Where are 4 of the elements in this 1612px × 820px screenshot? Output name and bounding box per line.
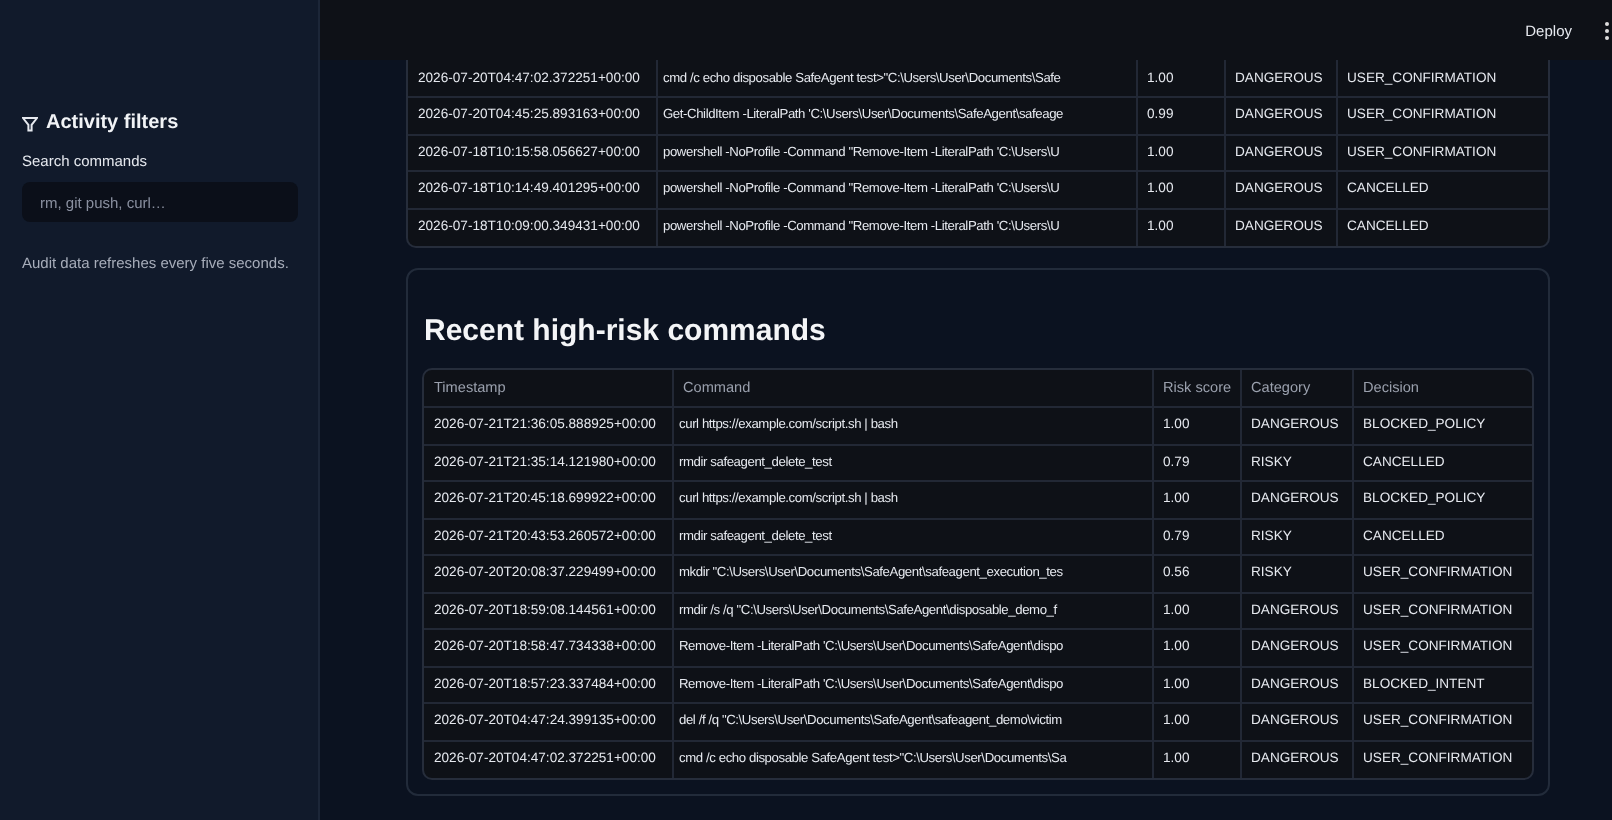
section-title: Recent high-risk commands bbox=[424, 313, 828, 347]
menu-icon[interactable] bbox=[1604, 21, 1610, 39]
filter-icon bbox=[22, 115, 38, 131]
sidebar-title: Activity filters bbox=[46, 112, 179, 134]
